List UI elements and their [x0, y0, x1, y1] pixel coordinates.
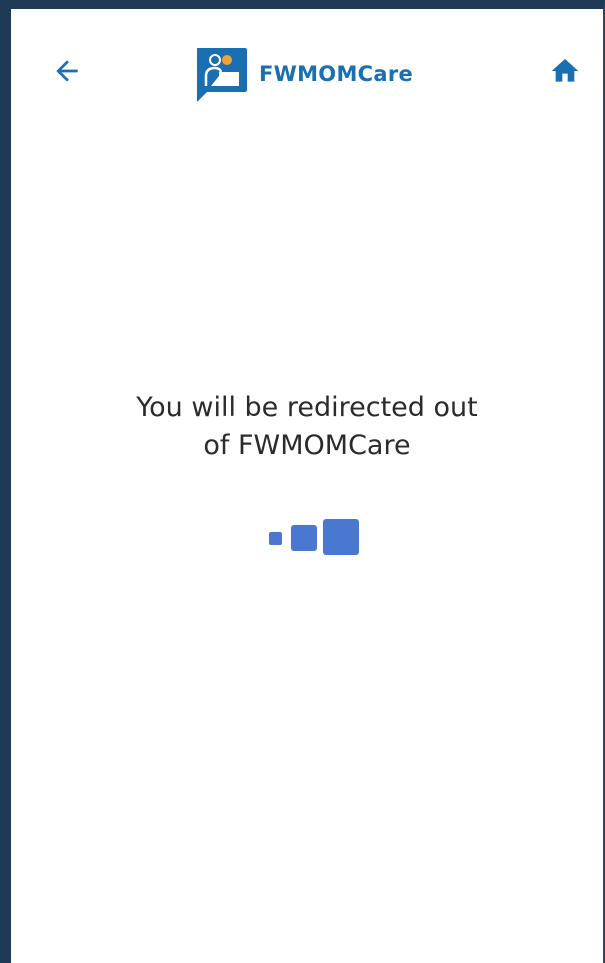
- top-app-bar: FWMOMCare: [11, 9, 603, 139]
- home-icon: [551, 59, 579, 82]
- home-button[interactable]: [545, 51, 585, 91]
- redirect-message-line-1: You will be redirected out: [136, 392, 478, 423]
- loader-square-large: [323, 519, 359, 555]
- fwmomcare-logo-icon: [197, 48, 247, 102]
- loader-square-small: [269, 532, 282, 545]
- app-name: FWMOMCare: [259, 62, 414, 86]
- loading-squares-icon: [269, 519, 369, 559]
- brand: FWMOMCare: [193, 46, 413, 102]
- back-button[interactable]: [47, 51, 87, 91]
- screen-frame: FWMOMCare You will be redirected out of …: [0, 0, 605, 963]
- arrow-left-icon: [56, 60, 78, 82]
- loader-square-medium: [291, 525, 317, 551]
- redirect-message: You will be redirected out of FWMOMCare: [11, 389, 603, 465]
- redirect-message-line-2: of FWMOMCare: [203, 430, 411, 461]
